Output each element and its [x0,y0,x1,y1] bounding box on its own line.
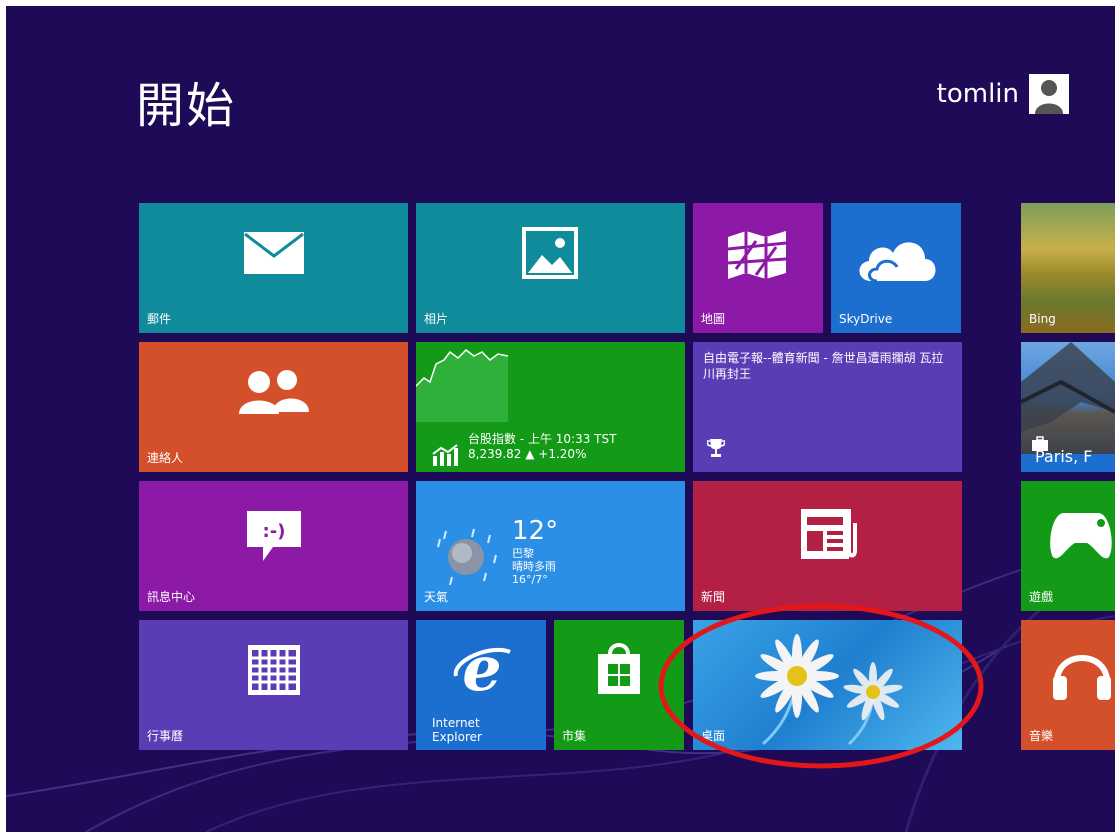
travel-caption: Paris, F [1035,447,1093,466]
internet-explorer-icon: e [453,640,511,700]
trophy-icon [707,439,725,457]
tile-label: 連絡人 [147,451,184,465]
user-silhouette-icon [1035,80,1063,114]
tile-label: 行事曆 [147,729,184,743]
map-icon [727,231,787,279]
tile-label: 郵件 [147,312,172,326]
tile-calendar[interactable]: 行事曆 [139,620,408,750]
finance-chart [416,349,509,422]
cloud-icon [859,242,936,283]
store-bag-icon [598,643,640,694]
weather-range: 16°/7° [512,573,548,586]
tile-games[interactable]: 遊戲 [1021,481,1115,611]
tile-label: SkyDrive [839,312,893,326]
tile-music[interactable]: 音樂 [1021,620,1115,750]
weather-city: 巴黎 [512,547,534,560]
start-screen: 開始 tomlin 郵件 相片 地圖 SkyDrive Bing 連絡人 台股指… [6,6,1115,832]
user-account[interactable]: tomlin [937,74,1069,114]
photo-icon [522,227,578,279]
tile-label: Bing [1029,312,1056,326]
ie-label-line1: Internet [432,716,480,730]
stock-chart-icon [432,444,458,466]
tile-label: 遊戲 [1029,590,1054,604]
tile-bing[interactable]: Bing [1021,203,1115,333]
mail-icon [244,232,304,274]
game-controller-icon [1050,513,1112,559]
sports-headline: 自由電子報--體育新聞 - 詹世昌遭雨攔胡 瓦拉川再封王 [703,351,944,381]
tile-label: 市集 [562,729,587,743]
svg-text::-): :-) [263,521,286,542]
message-icon: :-) [247,511,301,561]
headphones-icon [1053,655,1111,700]
tile-messaging[interactable]: :-) 訊息中心 [139,481,408,611]
tile-people[interactable]: 連絡人 [139,342,408,472]
tile-finance[interactable]: 台股指數 - 上午 10:33 TST 8,239.82 ▲ +1.20% [416,342,685,472]
tile-label: Internet Explorer [432,716,482,744]
stock-headline: 台股指數 - 上午 10:33 TST [468,432,617,446]
ie-label-line2: Explorer [432,730,482,744]
tile-skydrive[interactable]: SkyDrive [831,203,961,333]
highlight-circle [658,603,984,769]
page-title: 開始 [136,78,237,134]
calendar-icon [248,645,300,695]
newspaper-icon [801,509,857,559]
weather-details: 巴黎 晴時多雨 16°/7° [512,547,556,586]
tile-photos[interactable]: 相片 [416,203,685,333]
tile-maps[interactable]: 地圖 [693,203,823,333]
avatar[interactable] [1029,74,1069,114]
tile-internet-explorer[interactable]: e Internet Explorer [416,620,546,750]
tile-news[interactable]: 新聞 [693,481,962,611]
rain-cloud-icon [437,528,497,585]
user-name: tomlin [936,79,1019,109]
tile-label: 天氣 [424,590,449,604]
stock-value: 8,239.82 ▲ +1.20% [468,447,587,461]
people-icon [239,370,309,414]
tile-travel[interactable]: Paris, F [1021,342,1115,472]
weather-condition: 晴時多雨 [512,560,556,573]
tile-label: 音樂 [1029,729,1054,743]
tile-label: 地圖 [701,312,726,326]
stock-quote: 台股指數 - 上午 10:33 TST 8,239.82 ▲ +1.20% [468,432,616,462]
tile-weather[interactable]: 12° 巴黎 晴時多雨 16°/7° 天氣 [416,481,685,611]
tile-label: 相片 [424,312,449,326]
tile-mail[interactable]: 郵件 [139,203,408,333]
tile-label: 訊息中心 [147,590,196,604]
tile-sports[interactable]: 自由電子報--體育新聞 - 詹世昌遭雨攔胡 瓦拉川再封王 [693,342,962,472]
weather-temperature: 12° [512,516,559,546]
